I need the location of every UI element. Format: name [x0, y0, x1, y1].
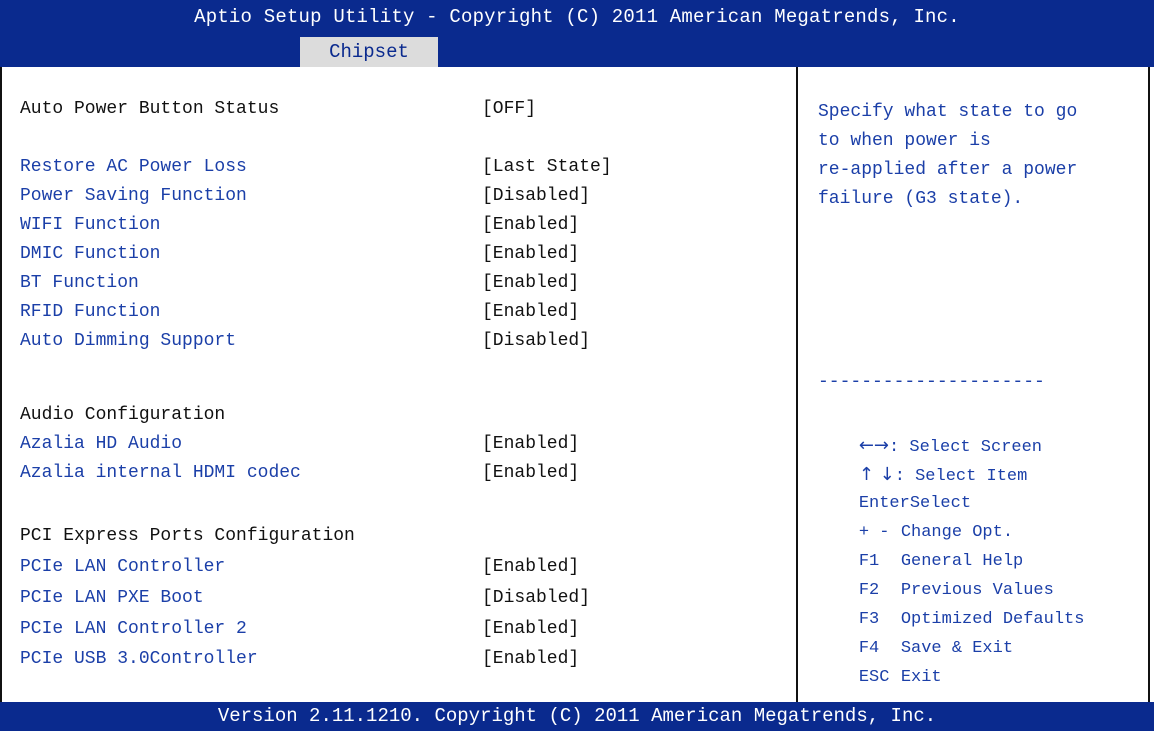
setting-value: [Disabled] [482, 186, 591, 206]
key-legend-row: ESC Exit [818, 634, 1084, 687]
setting-value: [Enabled] [482, 619, 580, 639]
setting-value: [Enabled] [482, 649, 580, 669]
key-legend-row: F2 Previous Values [818, 547, 1084, 600]
help-line: failure (G3 state). [818, 189, 1024, 209]
setting-label: Power Saving Function [20, 186, 247, 206]
help-separator: --------------------- [818, 372, 1045, 392]
setting-label: PCIe LAN PXE Boot [20, 588, 204, 608]
setting-azalia-hd-audio[interactable]: Azalia HD Audio [Enabled] [20, 431, 579, 457]
key-name: ESC [858, 668, 890, 687]
setting-auto-dimming-support[interactable]: Auto Dimming Support [Disabled] [20, 328, 590, 354]
help-line: re-applied after a power [818, 160, 1078, 180]
window-title: Aptio Setup Utility - Copyright (C) 2011… [194, 6, 960, 28]
pci-express-heading: PCI Express Ports Configuration [20, 526, 355, 546]
setting-label: Auto Power Button Status [20, 99, 280, 119]
key-legend-row: F3 Optimized Defaults [818, 576, 1085, 629]
setting-label: RFID Function [20, 302, 161, 322]
setting-value: [Enabled] [482, 302, 580, 322]
setting-pcie-lan-pxe-boot[interactable]: PCIe LAN PXE Boot [Disabled] [20, 585, 590, 611]
setting-value: [Last State] [482, 157, 612, 177]
setting-value: [Disabled] [482, 331, 591, 351]
key-description: Exit [900, 668, 942, 687]
setting-restore-ac-power-loss[interactable]: Restore AC Power Loss [Last State] [20, 154, 612, 180]
setting-bt-function[interactable]: BT Function [Enabled] [20, 270, 579, 296]
setting-label: WIFI Function [20, 215, 161, 235]
setting-value: [Enabled] [482, 434, 580, 454]
setting-power-saving-function[interactable]: Power Saving Function [Disabled] [20, 183, 590, 209]
setting-value: [OFF] [482, 99, 537, 119]
setting-label: PCIe USB 3.0Controller [20, 649, 258, 669]
setting-label: Restore AC Power Loss [20, 157, 247, 177]
setting-label: BT Function [20, 273, 139, 293]
setting-value: [Enabled] [482, 244, 580, 264]
setting-label: Auto Dimming Support [20, 331, 237, 351]
setting-value: [Enabled] [482, 215, 580, 235]
key-legend-row: ↑ ↓: Select Item [818, 431, 1084, 486]
setting-auto-power-button-status: Auto Power Button Status [OFF] [20, 96, 536, 122]
setting-value: [Disabled] [482, 588, 591, 608]
setting-label: Azalia HD Audio [20, 434, 183, 454]
setting-label: DMIC Function [20, 244, 161, 264]
setting-label: Azalia internal HDMI codec [20, 463, 301, 483]
help-line: to when power is [818, 131, 991, 151]
key-legend-row: ←→: Select Screen [818, 402, 1084, 457]
setting-value: [Enabled] [482, 557, 580, 577]
setting-pcie-lan-controller-2[interactable]: PCIe LAN Controller 2 [Enabled] [20, 616, 579, 642]
key-legend-row: F4 Save & Exit [818, 605, 1084, 658]
setting-pcie-usb-3-controller[interactable]: PCIe USB 3.0Controller [Enabled] [20, 646, 579, 672]
key-legend-row: F1 General Help [818, 518, 1084, 571]
setting-value: [Enabled] [482, 463, 580, 483]
key-legend: ←→: Select Screen ↑ ↓: Select Item Enter… [818, 402, 1085, 687]
help-text: Specify what state to go to when power i… [818, 98, 1148, 214]
setting-rfid-function[interactable]: RFID Function [Enabled] [20, 299, 579, 325]
key-legend-row: EnterSelect [818, 460, 1084, 513]
key-legend-row: + - Change Opt. [818, 489, 1084, 542]
setting-dmic-function[interactable]: DMIC Function [Enabled] [20, 241, 579, 267]
setting-wifi-function[interactable]: WIFI Function [Enabled] [20, 212, 579, 238]
setting-label: PCIe LAN Controller [20, 557, 226, 577]
setting-label: PCIe LAN Controller 2 [20, 619, 247, 639]
help-line: Specify what state to go [818, 102, 1078, 122]
version-footer: Version 2.11.1210. Copyright (C) 2011 Am… [0, 702, 1154, 731]
setting-value: [Enabled] [482, 273, 580, 293]
title-bar: Aptio Setup Utility - Copyright (C) 2011… [0, 0, 1154, 67]
panel-divider [796, 67, 798, 702]
tab-chipset[interactable]: Chipset [300, 37, 438, 67]
setting-azalia-hdmi-codec[interactable]: Azalia internal HDMI codec [Enabled] [20, 460, 579, 486]
audio-configuration-heading: Audio Configuration [20, 405, 226, 425]
setting-pcie-lan-controller[interactable]: PCIe LAN Controller [Enabled] [20, 554, 579, 580]
